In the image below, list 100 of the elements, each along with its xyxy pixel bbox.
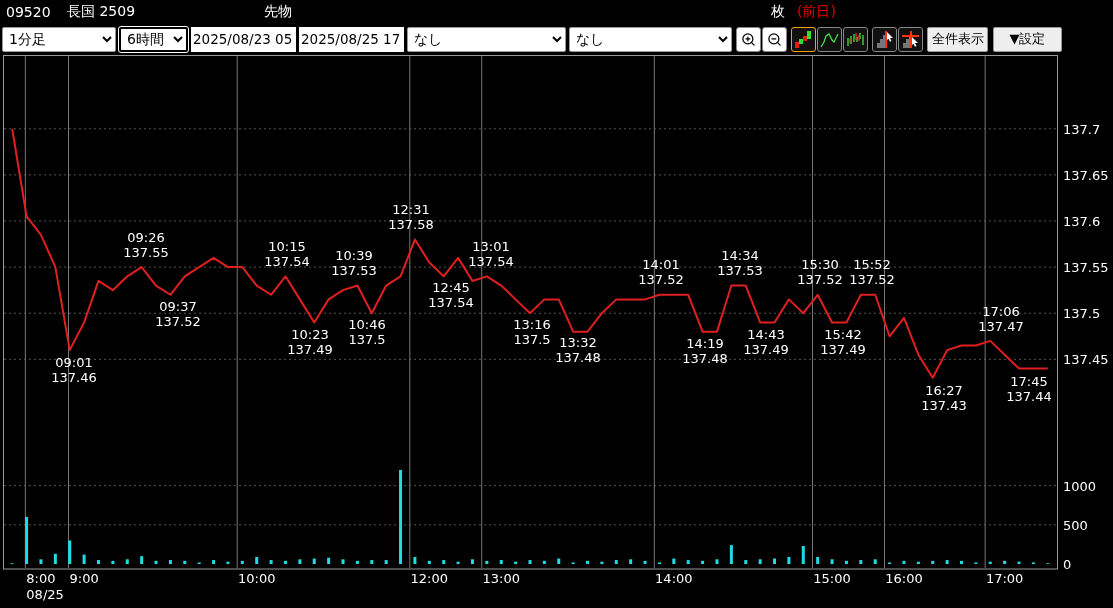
volume-bar [370, 560, 374, 564]
volume-bar [212, 560, 216, 564]
price-label: 15:42 137.49 [820, 327, 866, 357]
price-label: 14:19 137.48 [682, 336, 728, 366]
volume-bar [729, 545, 733, 564]
market-label: 先物 [264, 3, 293, 21]
indicator-select[interactable]: なし [569, 26, 732, 52]
price-label: 12:45 137.54 [428, 280, 474, 310]
volume-bar [816, 556, 820, 564]
volume-bar [255, 556, 259, 564]
zoom-out-button[interactable] [762, 26, 787, 52]
volume-bar [715, 559, 719, 564]
unit-label: 枚 [771, 3, 786, 21]
volume-bar [643, 560, 647, 564]
start-date-field[interactable]: 2025/08/23 05 [191, 26, 296, 52]
axis-label: 137.55 [1063, 260, 1109, 276]
volume-bar [629, 559, 633, 564]
volume-bar [787, 556, 791, 564]
volume-bar [442, 560, 446, 564]
candlestick-icon [794, 29, 813, 49]
price-label: 14:01 137.52 [638, 257, 684, 287]
indicator-select[interactable]: なし [407, 26, 566, 52]
volume-bar [168, 560, 172, 564]
volume-bar [312, 558, 316, 564]
axis-label: 137.6 [1063, 214, 1101, 229]
volume-bar [859, 560, 863, 564]
cursor-tool-button[interactable] [898, 26, 923, 52]
axis-label: 1000 [1063, 478, 1097, 494]
date-label: 08/25 [26, 587, 64, 602]
volume-bar [269, 560, 273, 564]
previous-day-label: (前日) [797, 3, 837, 21]
volume-bar [456, 561, 460, 564]
axis-label: 15:00 [813, 571, 851, 586]
span-select[interactable]: 6時間 [119, 26, 188, 52]
chart-style-button[interactable] [791, 26, 816, 52]
volume-bar [614, 560, 618, 564]
axis-label: 16:00 [885, 571, 923, 586]
volume-bar [744, 560, 748, 564]
settings-button[interactable]: ▼設定 [993, 26, 1062, 52]
zoom-in-button[interactable] [736, 26, 761, 52]
chart-style-button[interactable] [843, 26, 868, 52]
price-label: 09:01 137.46 [51, 355, 97, 385]
volume-bar [586, 560, 590, 564]
volume-bar [514, 561, 518, 564]
axis-label: 137.45 [1063, 352, 1109, 368]
volume-bar [672, 558, 676, 564]
volume-bar [528, 560, 532, 564]
volume-bar [25, 516, 29, 564]
volume-bar [39, 559, 43, 564]
axis-label: 12:00 [410, 571, 449, 586]
axis-label: 10:00 [238, 571, 276, 586]
axis-label: 13:00 [482, 571, 520, 586]
volume-bar [125, 559, 129, 564]
volume-bar [154, 560, 158, 564]
volume-bar [355, 560, 359, 564]
end-date-field[interactable]: 2025/08/25 17 [299, 26, 404, 52]
price-label: 10:39 137.53 [331, 248, 377, 278]
volume-bar [82, 554, 86, 564]
price-label: 10:46 137.5 [348, 317, 386, 347]
volume-bar [226, 561, 230, 564]
volume-bar [542, 560, 546, 564]
volume-bar [284, 560, 287, 564]
axis-label: 17:00 [985, 571, 1024, 586]
volume-bar [53, 553, 57, 564]
price-label: 17:45 137.44 [1006, 374, 1052, 404]
volume-bar [140, 556, 144, 564]
volume-bar [298, 559, 302, 564]
chart-style-button[interactable] [817, 26, 842, 52]
price-label: 10:23 137.49 [287, 327, 333, 357]
volume-bar [384, 560, 388, 564]
cursor-line-icon [875, 29, 894, 49]
volume-bar [470, 559, 474, 564]
axis-label: 137.5 [1063, 306, 1101, 322]
volume-bar [902, 560, 906, 564]
show-all-button[interactable]: 全件表示 [927, 26, 988, 52]
axis-label: 137.7 [1063, 121, 1101, 137]
price-label: 14:34 137.53 [717, 248, 763, 278]
volume-bar [931, 560, 935, 564]
price-label: 13:32 137.48 [555, 335, 601, 365]
volume-bar [600, 561, 604, 564]
volume-bar [1017, 561, 1021, 564]
axis-label: 14:00 [655, 571, 693, 586]
price-label: 09:26 137.55 [123, 230, 169, 260]
volume-bar [413, 556, 417, 564]
volume-bar [758, 559, 762, 564]
price-label: 16:27 137.43 [921, 383, 967, 413]
interval-select[interactable]: 1分足 [2, 26, 116, 52]
axis-label: 137.65 [1063, 167, 1109, 183]
price-label: 12:31 137.58 [388, 202, 434, 232]
volume-bar [916, 561, 920, 564]
volume-bar [557, 558, 561, 564]
price-label: 15:30 137.52 [797, 257, 843, 287]
instrument-name: 長国 2509 [67, 3, 137, 21]
volume-bar [1003, 560, 1007, 564]
price-label: 13:01 137.54 [468, 239, 514, 269]
volume-bar [341, 559, 345, 564]
volume-bar [873, 559, 877, 564]
volume-bar [97, 560, 100, 564]
cursor-tool-button[interactable] [872, 26, 897, 52]
price-label: 14:43 137.49 [743, 327, 789, 357]
